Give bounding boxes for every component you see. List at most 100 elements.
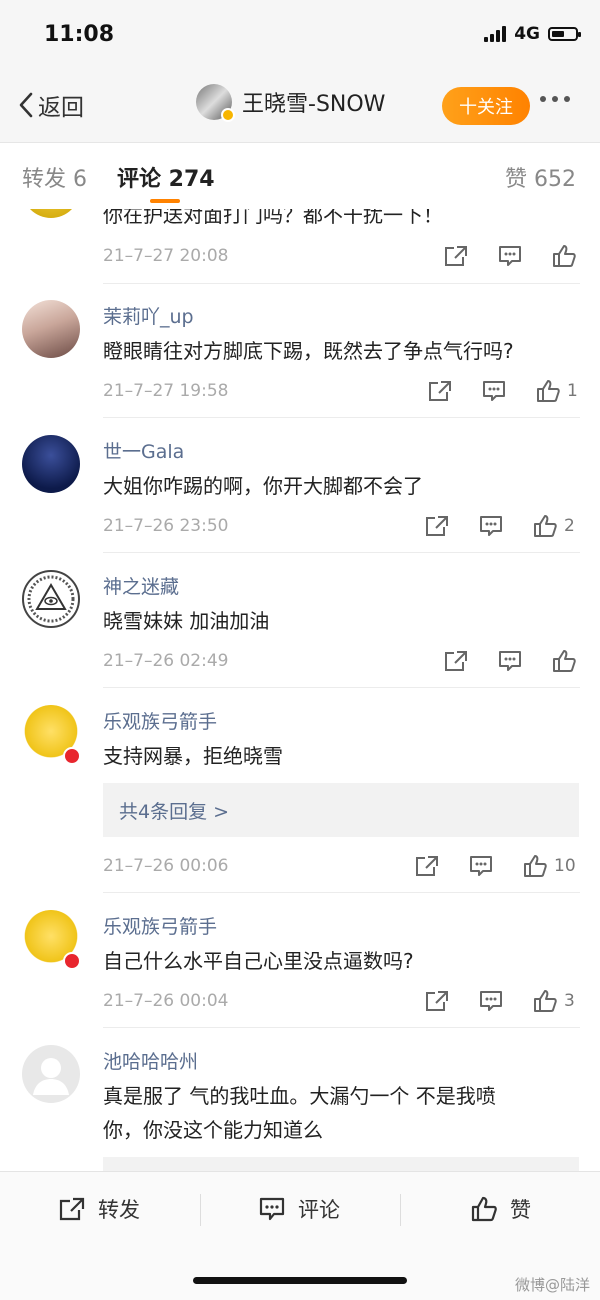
comment-actions: 2 xyxy=(424,514,575,538)
share-button[interactable] xyxy=(424,989,450,1013)
reply-button[interactable] xyxy=(478,989,504,1013)
reply-summary-box[interactable] xyxy=(103,1157,579,1171)
like-button[interactable]: 2 xyxy=(532,514,575,538)
commenter-avatar[interactable] xyxy=(22,570,80,628)
reply-button[interactable] xyxy=(481,379,507,403)
like-button[interactable]: 3 xyxy=(532,989,575,1013)
like-button[interactable]: 1 xyxy=(535,379,578,403)
like-count: 1 xyxy=(567,381,578,401)
divider xyxy=(103,283,580,284)
commenter-name[interactable]: 世一Gala xyxy=(103,437,184,464)
share-icon xyxy=(59,1197,85,1221)
like-button[interactable] xyxy=(551,244,577,268)
reply-summary-box[interactable]: 共4条回复 > xyxy=(103,783,579,837)
eye-triangle-icon xyxy=(27,575,75,623)
commenter-name[interactable]: 乐观族弓箭手 xyxy=(103,707,217,734)
comment-text: 支持网暴，拒绝晓雪 xyxy=(103,744,283,768)
comment-button[interactable]: 评论 xyxy=(258,1194,340,1224)
author-header[interactable]: 王晓雪-SNOW xyxy=(196,84,385,122)
reply-button[interactable] xyxy=(468,854,494,878)
divider xyxy=(103,552,580,553)
comment-time: 21–7–27 20:08 xyxy=(103,246,229,266)
commenter-name[interactable]: 乐观族弓箭手 xyxy=(103,912,217,939)
like-button[interactable] xyxy=(551,649,577,673)
share-button[interactable] xyxy=(443,649,469,673)
repost-button[interactable]: 转发 xyxy=(58,1194,140,1224)
tab-repost[interactable]: 转发 6 xyxy=(22,161,87,193)
commenter-name[interactable]: 神之迷藏 xyxy=(103,572,179,599)
comment-time: 21–7–26 00:06 xyxy=(103,856,229,876)
thumbs-up-icon xyxy=(534,990,557,1012)
reply-button[interactable] xyxy=(497,244,523,268)
comment-list: 你在护送对面打门吗？都不干扰一下！ 21–7–27 20:08 茉莉吖_up 瞪… xyxy=(0,209,600,1171)
comment-time: 21–7–26 02:49 xyxy=(103,651,229,671)
thumbs-up-icon xyxy=(471,1196,497,1222)
comment-time: 21–7–27 19:58 xyxy=(103,381,229,401)
commenter-name[interactable]: 茉莉吖_up xyxy=(103,302,194,329)
comment-text: 大姐你咋踢的啊，你开大脚都不会了 xyxy=(103,474,423,498)
back-label: 返回 xyxy=(38,95,84,121)
comment-icon xyxy=(259,1197,285,1221)
comment-icon xyxy=(483,381,505,401)
comment-text: 晓雪妹妹 加油加油 xyxy=(103,609,270,633)
divider xyxy=(103,417,580,418)
member-badge-icon xyxy=(63,747,81,765)
divider xyxy=(103,1027,580,1028)
share-button[interactable] xyxy=(414,854,440,878)
back-button[interactable]: 返回 xyxy=(18,88,84,122)
reply-count-link[interactable]: 共4条回复 > xyxy=(119,797,229,824)
share-icon xyxy=(426,516,448,536)
comment-time: 21–7–26 00:04 xyxy=(103,991,229,1011)
author-avatar[interactable] xyxy=(196,84,235,122)
share-button[interactable] xyxy=(443,244,469,268)
battery-icon xyxy=(548,27,581,41)
like-count: 2 xyxy=(564,516,575,536)
separator xyxy=(200,1194,201,1226)
like-label: 赞 xyxy=(510,1198,531,1222)
member-badge-icon xyxy=(63,952,81,970)
comment-text-line: 真是服了 气的我吐血。大漏勺一个 不是我喷 xyxy=(103,1084,496,1108)
like-button[interactable]: 10 xyxy=(522,854,576,878)
commenter-avatar[interactable] xyxy=(22,300,80,358)
comment-text-line: 你，你没这个能力知道么 xyxy=(103,1118,323,1142)
more-options-icon[interactable] xyxy=(540,96,570,102)
comment-icon xyxy=(499,246,521,266)
repost-label: 转发 xyxy=(98,1198,140,1222)
home-indicator xyxy=(193,1277,407,1284)
comment-actions xyxy=(443,244,577,268)
tab-comment[interactable]: 评论 274 xyxy=(117,161,215,193)
author-name[interactable]: 王晓雪-SNOW xyxy=(242,86,385,118)
share-icon xyxy=(426,991,448,1011)
thumbs-up-icon xyxy=(553,650,576,672)
tab-bar: 转发 6 评论 274 赞 652 xyxy=(0,143,600,209)
like-count: 3 xyxy=(564,991,575,1011)
share-icon xyxy=(416,856,438,876)
comment-actions: 10 xyxy=(414,854,576,878)
divider xyxy=(103,892,580,893)
follow-button[interactable]: 十关注 xyxy=(442,87,530,125)
comment-text: 你在护送对面打门吗？都不干扰一下！ xyxy=(103,209,443,227)
signal-icon xyxy=(484,26,507,42)
share-button[interactable] xyxy=(424,514,450,538)
reply-button[interactable] xyxy=(478,514,504,538)
nav-bar: 返回 王晓雪-SNOW 十关注 xyxy=(0,70,600,143)
commenter-avatar[interactable] xyxy=(22,1045,80,1103)
comment-actions: 1 xyxy=(427,379,578,403)
divider xyxy=(103,687,580,688)
comment-time: 21–7–26 23:50 xyxy=(103,516,229,536)
comment-icon xyxy=(480,516,502,536)
commenter-avatar[interactable] xyxy=(22,209,80,218)
chevron-left-icon xyxy=(19,92,33,118)
comment-text: 自己什么水平自己心里没点逼数吗? xyxy=(103,949,414,973)
like-button[interactable]: 赞 xyxy=(470,1194,531,1224)
share-button[interactable] xyxy=(427,379,453,403)
network-type: 4G xyxy=(514,24,540,44)
thumbs-up-icon xyxy=(537,380,560,402)
reply-button[interactable] xyxy=(497,649,523,673)
commenter-name[interactable]: 池哈哈哈州 xyxy=(103,1047,198,1074)
tab-like[interactable]: 赞 652 xyxy=(505,161,576,193)
comment-icon xyxy=(470,856,492,876)
like-count: 10 xyxy=(554,856,576,876)
comment-text: 瞪眼睛往对方脚底下踢，既然去了争点气行吗? xyxy=(103,339,514,363)
commenter-avatar[interactable] xyxy=(22,435,80,493)
